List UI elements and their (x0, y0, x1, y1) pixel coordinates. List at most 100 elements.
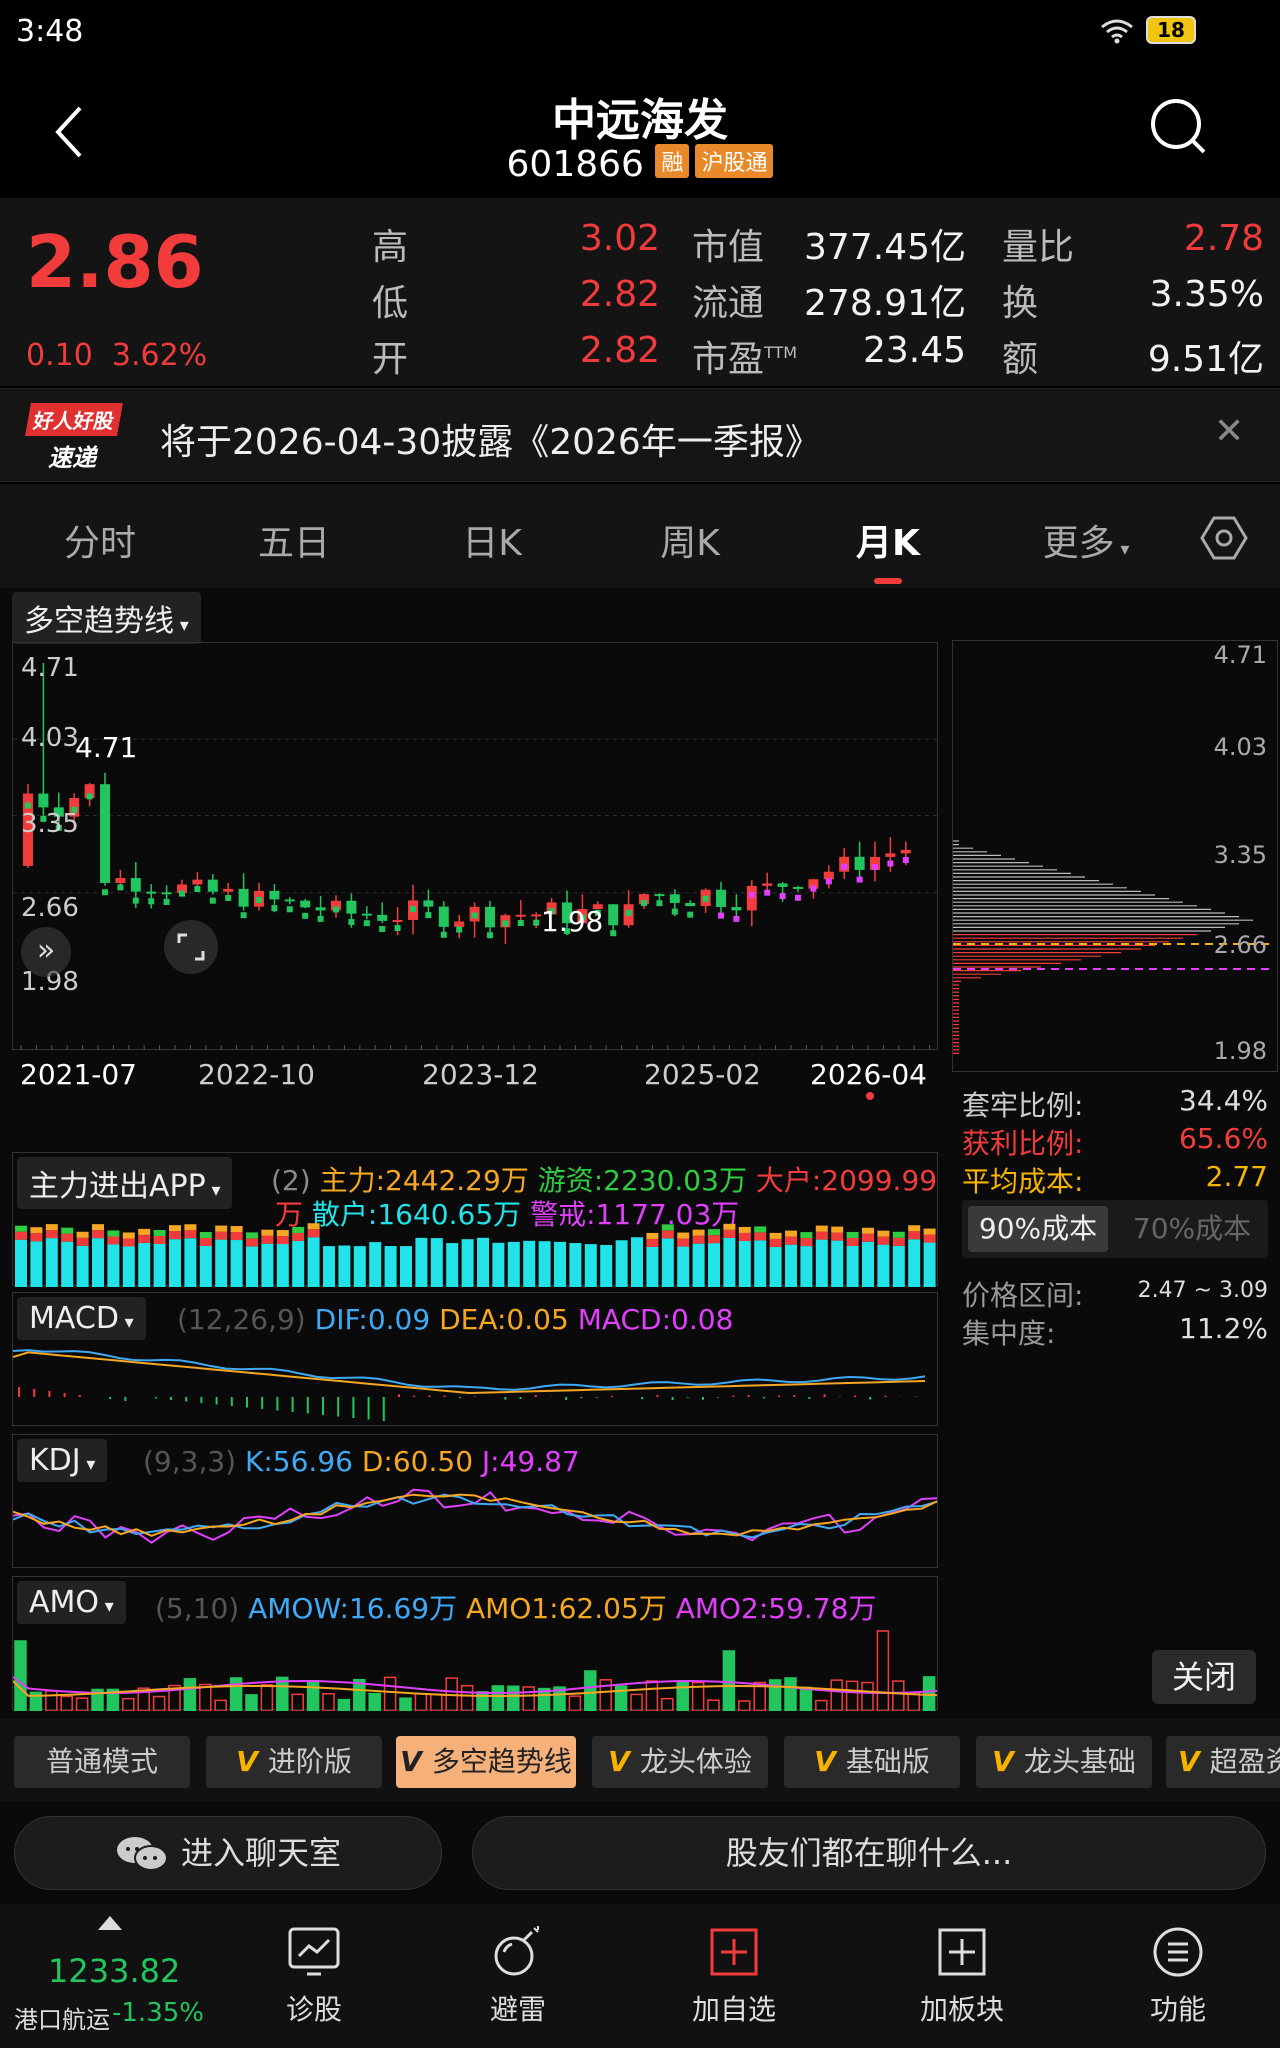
high-price-marker: 4.71 (75, 731, 138, 764)
fund-bar-retail (831, 1240, 844, 1287)
nav-add-watchlist[interactable]: 加自选 (664, 1922, 804, 2028)
amo-bar (60, 1695, 73, 1711)
fund-bar-big (846, 1237, 859, 1246)
amo-bar (45, 1690, 58, 1711)
menu-circle-icon (1153, 1927, 1203, 1977)
mode-leader-trial[interactable]: V 龙头体验 (592, 1736, 768, 1788)
fund-bar-big (800, 1238, 813, 1247)
amo-bar (815, 1699, 828, 1711)
y-label-top: 4.71 (21, 653, 79, 683)
tab-more-label: 更多 (1042, 523, 1115, 564)
nav-add-watchlist-label: 加自选 (691, 1993, 776, 2026)
pe-value: 23.45 (862, 330, 966, 371)
tab-90-cost[interactable]: 90%成本 (968, 1206, 1108, 1252)
trend-dot (25, 802, 31, 809)
fund-bar-retail (769, 1246, 782, 1287)
kline-candle (300, 900, 311, 908)
fund-bar-main (30, 1227, 43, 1234)
amo-bar (368, 1692, 381, 1711)
tab-more[interactable]: 更多 ▾ (1026, 514, 1146, 566)
kdj-line-2 (13, 1493, 938, 1537)
kline-candle (423, 900, 434, 907)
hexagon-settings-icon[interactable] (1200, 514, 1248, 562)
announcement-banner[interactable]: 好人好股 速递 将于2026-04-30披露《2026年一季报》 ✕ (0, 388, 1280, 482)
fund-bar-big (692, 1235, 705, 1244)
fund-bar-main (708, 1229, 720, 1236)
trend-dot (302, 912, 309, 919)
amo-bar (460, 1684, 474, 1711)
fund-bar-retail (92, 1238, 104, 1287)
x-label-3: 2023-12 (422, 1058, 539, 1091)
amount-label: 额 (1002, 339, 1039, 380)
amo-bar (845, 1680, 859, 1711)
tab-monthly-k[interactable]: 月K (828, 514, 948, 566)
concentration-value: 11.2% (1179, 1312, 1268, 1345)
amo-bar (738, 1700, 751, 1711)
fund-bar-big (677, 1238, 690, 1247)
change-percent: 3.62% (111, 338, 208, 373)
trend-dot (533, 919, 540, 926)
fund-bar-retail (261, 1243, 274, 1287)
caret-up-icon[interactable] (98, 1916, 122, 1930)
enter-chat-button[interactable]: 进入聊天室 (14, 1816, 442, 1890)
mode-normal[interactable]: 普通模式 (14, 1736, 190, 1788)
kline-candle (900, 849, 911, 854)
mode-bull-bear-trend[interactable]: V 多空趋势线 (396, 1736, 576, 1788)
chat-prompt-button[interactable]: 股友们都在聊什么... (472, 1816, 1266, 1890)
kline-candle (777, 883, 788, 887)
nav-functions[interactable]: 功能 (1108, 1922, 1248, 2028)
nav-diagnose[interactable]: 诊股 (244, 1922, 384, 2028)
tab-weekly-k[interactable]: 周K (630, 514, 750, 566)
v-badge-icon: V (236, 1745, 258, 1778)
kline-candle (223, 888, 234, 892)
nav-diagnose-label: 诊股 (285, 1993, 342, 2026)
search-icon[interactable] (1148, 96, 1210, 158)
trend-dot (363, 920, 370, 927)
mode-advanced[interactable]: V 进阶版 (206, 1736, 382, 1788)
v-badge-icon: V (400, 1745, 422, 1778)
amo-panel[interactable]: AMO ▾ (5,10) AMOW:16.69万 AMO1:62.05万 AMO… (12, 1576, 938, 1711)
profit-ratio-label: 获利比例: (962, 1127, 1084, 1160)
fund-bar-retail (384, 1245, 397, 1287)
nav-avoid-risk[interactable]: 避雷 (448, 1922, 588, 2028)
amo-bar (152, 1695, 166, 1711)
notice-logo-bottom: 速递 (48, 444, 96, 472)
amo-bar (337, 1698, 351, 1711)
close-chip-button[interactable]: 关闭 (1152, 1650, 1256, 1704)
tab-daily-k[interactable]: 日K (432, 514, 552, 566)
fund-flow-panel[interactable]: 主力进出APP ▾ (2) 主力:2442.29万 游资:2230.03万 大户… (12, 1152, 938, 1287)
kline-candle (485, 906, 495, 928)
amo-bar (584, 1670, 597, 1711)
fund-bar-big (923, 1234, 936, 1243)
fullscreen-icon[interactable] (163, 919, 219, 975)
kline-candle (192, 879, 203, 885)
kdj-panel[interactable]: KDJ ▾ (9,3,3) K:56.96 D:60.50 J:49.87 (12, 1434, 938, 1568)
mode-basic[interactable]: V 基础版 (784, 1736, 960, 1788)
mode-leader-basic[interactable]: V 龙头基础 (976, 1736, 1152, 1788)
pe-label-text: 市盈 (692, 339, 765, 380)
cost-tabs: 90%成本 70%成本 (962, 1200, 1268, 1258)
profit-ratio-value: 65.6% (1179, 1122, 1268, 1155)
kline-candle (515, 914, 526, 917)
mode-super-profit[interactable]: V 超盈资 (1166, 1736, 1280, 1788)
fund-bar-big (153, 1235, 166, 1244)
close-icon[interactable]: ✕ (1214, 411, 1244, 452)
tab-intraday[interactable]: 分时 (40, 514, 160, 566)
fund-bar-big (230, 1232, 243, 1241)
avg-cost-value: 2.77 (1205, 1160, 1268, 1193)
fund-bar-main (261, 1229, 274, 1236)
x-label-1: 2021-07 (20, 1058, 137, 1091)
stock-name: 中远海发 (552, 95, 728, 146)
fund-bar-big (785, 1236, 797, 1245)
main-indicator-selector[interactable]: 多空趋势线 ▾ (12, 592, 201, 644)
fund-bar-main (184, 1224, 197, 1231)
expand-left-icon[interactable]: » (21, 927, 71, 977)
nav-add-sector[interactable]: 加板块 (892, 1922, 1032, 2028)
tab-70-cost[interactable]: 70%成本 (1122, 1206, 1262, 1252)
macd-panel[interactable]: MACD ▾ (12,26,9) DIF:0.09 DEA:0.05 MACD:… (12, 1292, 938, 1426)
fund-bar-main (677, 1232, 690, 1239)
notice-logo-top: 好人好股 (25, 403, 123, 436)
amo-bar (14, 1640, 27, 1711)
kline-panel[interactable]: 4.71 4.03 3.35 2.66 1.98 4.71 1.98 » (12, 642, 939, 1051)
tab-five-day[interactable]: 五日 (234, 514, 354, 566)
